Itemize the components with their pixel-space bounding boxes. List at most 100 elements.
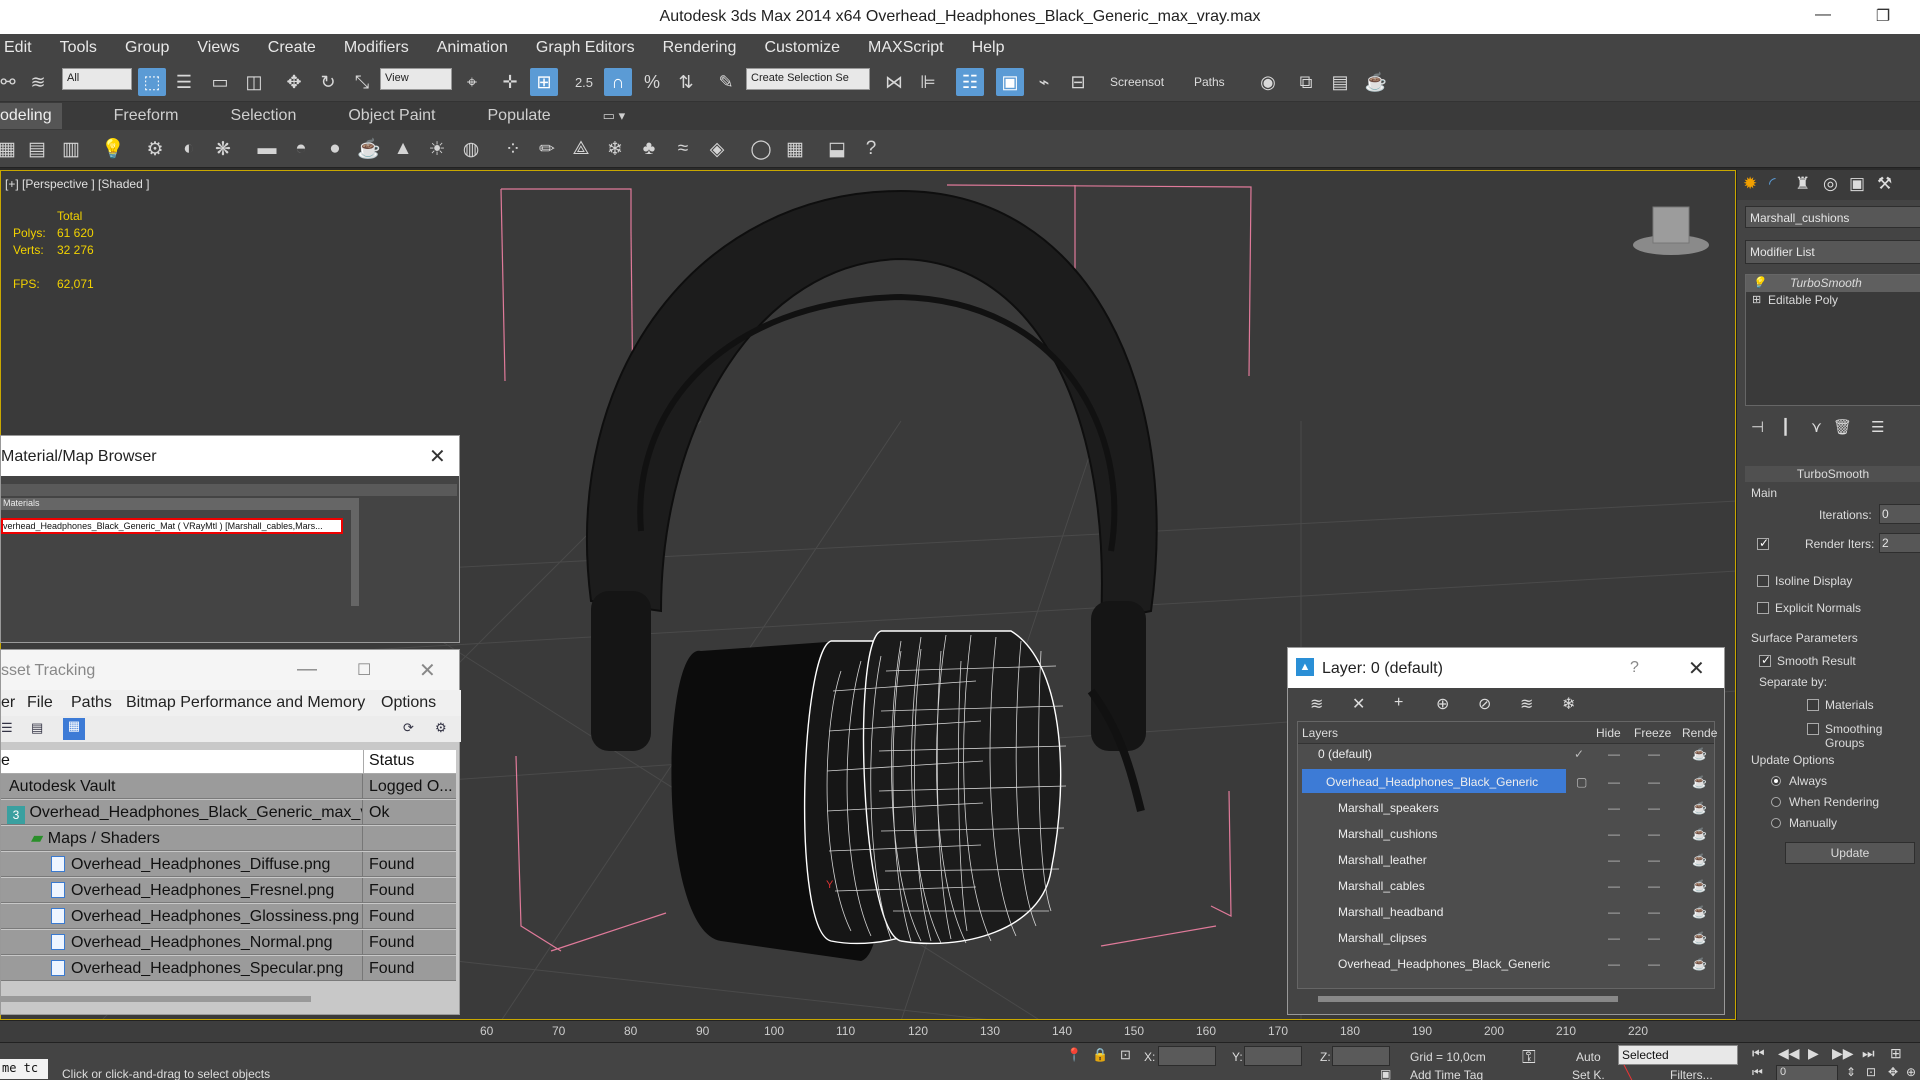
remove-modifier-icon[interactable]: 🗑 xyxy=(1833,418,1852,436)
pan-view-icon[interactable]: ✥ xyxy=(1888,1065,1898,1079)
table-row[interactable]: Overhead_Headphones_Specular.png Found xyxy=(1,956,456,981)
select-object-icon[interactable]: ⬚ xyxy=(138,68,166,96)
make-unique-icon[interactable]: ⋎ xyxy=(1811,418,1822,436)
tab-populate[interactable]: Populate xyxy=(488,107,551,125)
play-icon[interactable]: ▶ xyxy=(1808,1045,1819,1062)
column-render[interactable]: Rende xyxy=(1682,726,1717,740)
zoom-extents-icon[interactable]: ⊡ xyxy=(1866,1065,1876,1079)
display-tab-icon[interactable]: ▣ xyxy=(1849,174,1865,194)
ribbon-options-icon[interactable]: ▭ ▾ xyxy=(603,108,625,124)
menu-views[interactable]: Views xyxy=(197,39,239,57)
align-icon[interactable]: ⊫ xyxy=(914,68,942,96)
layer-row[interactable]: Marshall_clipses — — ☕ xyxy=(1302,925,1714,951)
auto-key-button[interactable]: Auto xyxy=(1576,1050,1601,1064)
y-coordinate-field[interactable] xyxy=(1244,1046,1302,1066)
utilities-tab-icon[interactable]: ⚒ xyxy=(1877,174,1892,194)
smoothing-groups-checkbox[interactable] xyxy=(1807,723,1819,735)
modifier-list-dropdown[interactable]: Modifier List xyxy=(1745,240,1920,264)
highlight-layer-icon[interactable]: ⊘ xyxy=(1478,694,1491,714)
table-row[interactable]: Autodesk Vault Logged O... xyxy=(1,774,456,799)
isolate-icon[interactable]: 📍 xyxy=(1066,1047,1082,1063)
menu-maxscript[interactable]: MAXScript xyxy=(868,39,944,57)
hierarchy-tab-icon[interactable]: ♜ xyxy=(1795,174,1810,194)
hair-icon[interactable]: ≈ xyxy=(670,136,696,162)
table-row[interactable]: Overhead_Headphones_Fresnel.png Found xyxy=(1,878,456,903)
column-freeze[interactable]: Freeze xyxy=(1634,726,1671,740)
tab-modeling[interactable]: odeling xyxy=(0,103,62,129)
browser-search-bar[interactable] xyxy=(1,484,457,496)
manually-radio[interactable] xyxy=(1771,818,1781,828)
rollout-header[interactable]: TurboSmooth xyxy=(1745,466,1920,482)
orbit-icon[interactable]: ⊕ xyxy=(1906,1065,1916,1079)
minimize-button[interactable]: — xyxy=(1808,6,1838,24)
scale-icon[interactable]: ⤡ xyxy=(348,68,376,96)
horizontal-scrollbar[interactable] xyxy=(1,996,311,1002)
schematic-view-icon[interactable]: ⊟ xyxy=(1064,68,1092,96)
table-row[interactable]: 3 Overhead_Headphones_Black_Generic_max_… xyxy=(1,800,456,825)
column-name[interactable]: e xyxy=(1,752,10,770)
move-icon[interactable]: ✥ xyxy=(280,68,308,96)
particles-icon[interactable]: ❋ xyxy=(210,136,236,162)
isoline-display-checkbox[interactable] xyxy=(1757,575,1769,587)
material-list-item[interactable]: verhead_Headphones_Black_Generic_Mat ( V… xyxy=(1,518,343,534)
layer-row[interactable]: Marshall_cushions — — ☕ xyxy=(1302,821,1714,847)
pyramid-icon[interactable]: ⟁ xyxy=(568,136,594,162)
next-frame-icon[interactable]: ▶▶ xyxy=(1832,1045,1854,1062)
select-in-layer-icon[interactable]: ⊕ xyxy=(1436,694,1449,714)
menu-create[interactable]: Create xyxy=(268,39,316,57)
edit-named-selection-icon[interactable]: ✎ xyxy=(712,68,740,96)
rendered-frame-icon[interactable]: ▤ xyxy=(1326,68,1354,96)
sphere-icon[interactable]: ● xyxy=(322,136,348,162)
menu-modifiers[interactable]: Modifiers xyxy=(344,39,409,57)
layer-row[interactable]: Marshall_leather — — ☕ xyxy=(1302,847,1714,873)
select-manipulate-icon[interactable]: ✛ xyxy=(496,68,524,96)
column-status[interactable]: Status xyxy=(369,752,414,770)
maximize-button[interactable]: ☐ xyxy=(357,660,371,680)
fur-icon[interactable]: ◈ xyxy=(704,136,730,162)
help-icon[interactable]: ? xyxy=(858,136,884,162)
set-key-button[interactable]: Set K. xyxy=(1572,1068,1605,1080)
show-end-result-icon[interactable]: ┃ xyxy=(1781,418,1790,436)
rectangular-selection-icon[interactable]: ▭ xyxy=(206,68,234,96)
create-tab-icon[interactable]: ✹ xyxy=(1743,174,1757,194)
layer-row[interactable]: Marshall_speakers — — ☕ xyxy=(1302,795,1714,821)
close-icon[interactable]: ✕ xyxy=(419,658,436,683)
update-button[interactable]: Update xyxy=(1785,842,1915,864)
restore-button[interactable]: ❐ xyxy=(1868,6,1898,26)
rotate-icon[interactable]: ↻ xyxy=(314,68,342,96)
menu-rendering[interactable]: Rendering xyxy=(663,39,737,57)
select-by-name-icon[interactable]: ☰ xyxy=(170,68,198,96)
z-coordinate-field[interactable] xyxy=(1332,1046,1390,1066)
menu-animation[interactable]: Animation xyxy=(437,39,508,57)
close-icon[interactable]: ✕ xyxy=(1688,656,1705,681)
layer-row[interactable]: Marshall_cables — — ☕ xyxy=(1302,873,1714,899)
delete-layer-icon[interactable]: ✕ xyxy=(1352,694,1365,714)
hemisphere-icon[interactable]: ◓ xyxy=(288,136,314,162)
bone-icon[interactable]: ⚙ xyxy=(142,136,168,162)
menu-graph-editors[interactable]: Graph Editors xyxy=(536,39,635,57)
keyboard-shortcut-icon[interactable]: ⊞ xyxy=(530,68,558,96)
layer-scrollbar[interactable] xyxy=(1318,996,1618,1002)
layer-row-default[interactable]: 0 (default) ✓ — — ☕ xyxy=(1302,744,1714,766)
grid-icon[interactable]: ▥ xyxy=(58,136,84,162)
go-to-end-icon[interactable]: ⏭ xyxy=(1862,1045,1875,1062)
column-layers[interactable]: Layers xyxy=(1302,726,1338,740)
key-icon[interactable]: ⚿ xyxy=(1522,1047,1536,1068)
link-icon[interactable]: ⚯ xyxy=(0,68,22,96)
table-row[interactable]: Overhead_Headphones_Glossiness.png Found xyxy=(1,904,456,929)
cone-icon[interactable]: ▲ xyxy=(390,136,416,162)
screensot-button[interactable]: Screensot xyxy=(1110,75,1164,89)
layer-manager-icon[interactable]: ☷ xyxy=(956,68,984,96)
key-mode-toggle-icon[interactable]: ⊞ xyxy=(1890,1045,1902,1062)
render-production-icon[interactable]: ☕ xyxy=(1362,68,1390,96)
menu-bitmap-performance[interactable]: Bitmap Performance and Memory xyxy=(126,694,365,712)
menu-server[interactable]: er xyxy=(1,694,15,712)
timeline-ruler[interactable]: 60 70 80 90 100 110 120 130 140 150 160 … xyxy=(0,1020,1920,1042)
pin-stack-icon[interactable]: ⊣ xyxy=(1751,418,1764,436)
window-crossing-icon[interactable]: ◫ xyxy=(240,68,268,96)
calculator-icon[interactable]: ▦ xyxy=(782,136,808,162)
named-selection-dropdown[interactable]: Create Selection Se xyxy=(746,68,870,90)
freeze-all-icon[interactable]: ❄ xyxy=(1562,694,1575,714)
minimize-button[interactable]: — xyxy=(297,658,317,681)
geosphere-icon[interactable]: ◍ xyxy=(458,136,484,162)
